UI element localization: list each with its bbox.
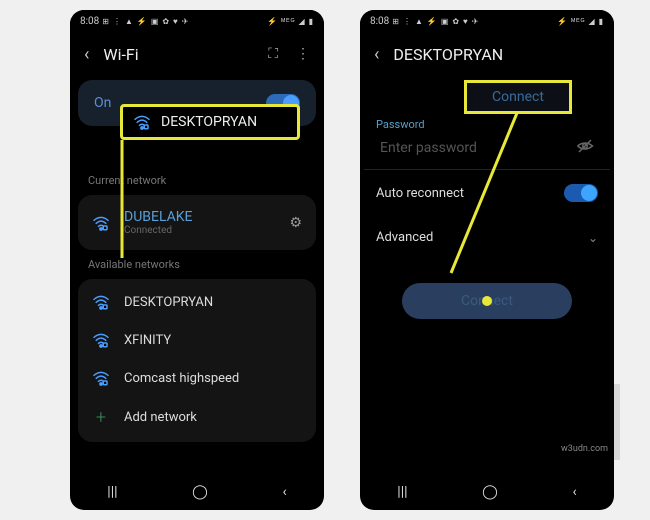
status-icons-right: ⚡ ᴹᴱᴳ ◢ ▮ (557, 17, 604, 26)
nav-recent-icon[interactable]: ||| (107, 484, 117, 500)
page-title: DESKTOPRYAN (393, 45, 600, 64)
status-icons-right: ⚡ ᴹᴱᴳ ◢ ▮ (267, 17, 314, 26)
header-left: ‹ Wi-Fi ⛶ ⋮ (70, 32, 324, 76)
status-time: 8:08 (370, 16, 389, 27)
nav-back-icon[interactable]: ‹ (572, 484, 576, 500)
callout-line-1 (120, 140, 180, 260)
nav-bar: ||| ◯ ‹ (360, 474, 614, 510)
callout-line-2 (445, 113, 525, 278)
nav-bar: ||| ◯ ‹ (70, 474, 324, 510)
available-label: Available networks (70, 252, 324, 277)
callout-connect: Connect (464, 80, 572, 114)
phone-left: 8:08 ⊞ ⋮ ▲ ⚡ ▣ ✿ ♥ ✈ ⚡ ᴹᴱᴳ ◢ ▮ ‹ Wi-Fi ⛶… (70, 10, 324, 510)
wifi-lock-icon (92, 331, 110, 349)
available-networks-card: DESKTOPRYAN XFINITY Comcast highspeed + … (78, 279, 316, 442)
qr-scan-icon[interactable]: ⛶ (268, 46, 278, 62)
callout-text: DESKTOPRYAN (161, 114, 257, 130)
nav-recent-icon[interactable]: ||| (397, 484, 407, 500)
plus-icon: + (92, 407, 110, 428)
header-right: ‹ DESKTOPRYAN (360, 32, 614, 76)
current-network-card: DUBELAKE Connected ⚙ (78, 195, 316, 250)
wifi-lock-icon (92, 214, 110, 232)
gear-icon[interactable]: ⚙ (289, 215, 302, 231)
more-icon[interactable]: ⋮ (296, 46, 310, 62)
wifi-lock-icon (92, 369, 110, 387)
network-row[interactable]: Comcast highspeed (78, 359, 316, 397)
network-name: DESKTOPRYAN (124, 295, 213, 310)
current-network-label: Current network (70, 168, 324, 193)
watermark: w3udn.com (460, 384, 620, 460)
wifi-lock-icon (92, 293, 110, 311)
back-icon[interactable]: ‹ (84, 44, 89, 65)
highlight-dot (482, 296, 492, 306)
status-icons-left: ⊞ ⋮ ▲ ⚡ ▣ ✿ ♥ ✈ (102, 17, 189, 26)
chevron-down-icon: ⌄ (588, 231, 598, 245)
status-bar: 8:08 ⊞ ⋮ ▲ ⚡ ▣ ✿ ♥ ✈ ⚡ ᴹᴱᴳ ◢ ▮ (70, 10, 324, 32)
auto-reconnect-toggle[interactable] (564, 184, 598, 202)
nav-back-icon[interactable]: ‹ (282, 484, 286, 500)
nav-home-icon[interactable]: ◯ (482, 484, 498, 500)
callout-connect-text: Connect (492, 89, 544, 105)
nav-home-icon[interactable]: ◯ (192, 484, 208, 500)
add-network-label: Add network (124, 410, 197, 425)
status-icons-left: ⊞ ⋮ ▲ ⚡ ▣ ✿ ♥ ✈ (392, 17, 479, 26)
network-name: Comcast highspeed (124, 371, 239, 386)
status-bar: 8:08 ⊞ ⋮ ▲ ⚡ ▣ ✿ ♥ ✈ ⚡ ᴹᴱᴳ ◢ ▮ (360, 10, 614, 32)
status-time: 8:08 (80, 16, 99, 27)
network-row[interactable]: DESKTOPRYAN (78, 283, 316, 321)
wifi-on-label: On (94, 95, 111, 111)
add-network-row[interactable]: + Add network (78, 397, 316, 438)
network-row[interactable]: XFINITY (78, 321, 316, 359)
back-icon[interactable]: ‹ (374, 44, 379, 65)
network-name: XFINITY (124, 333, 171, 348)
current-network-row[interactable]: DUBELAKE Connected ⚙ (78, 199, 316, 246)
wifi-lock-icon (133, 113, 151, 131)
advanced-label: Advanced (376, 230, 433, 245)
toggle-visibility-icon[interactable] (576, 137, 594, 159)
page-title: Wi-Fi (103, 45, 254, 64)
connect-button[interactable]: Connect (402, 283, 572, 319)
callout-desktopryan: DESKTOPRYAN (120, 104, 300, 140)
